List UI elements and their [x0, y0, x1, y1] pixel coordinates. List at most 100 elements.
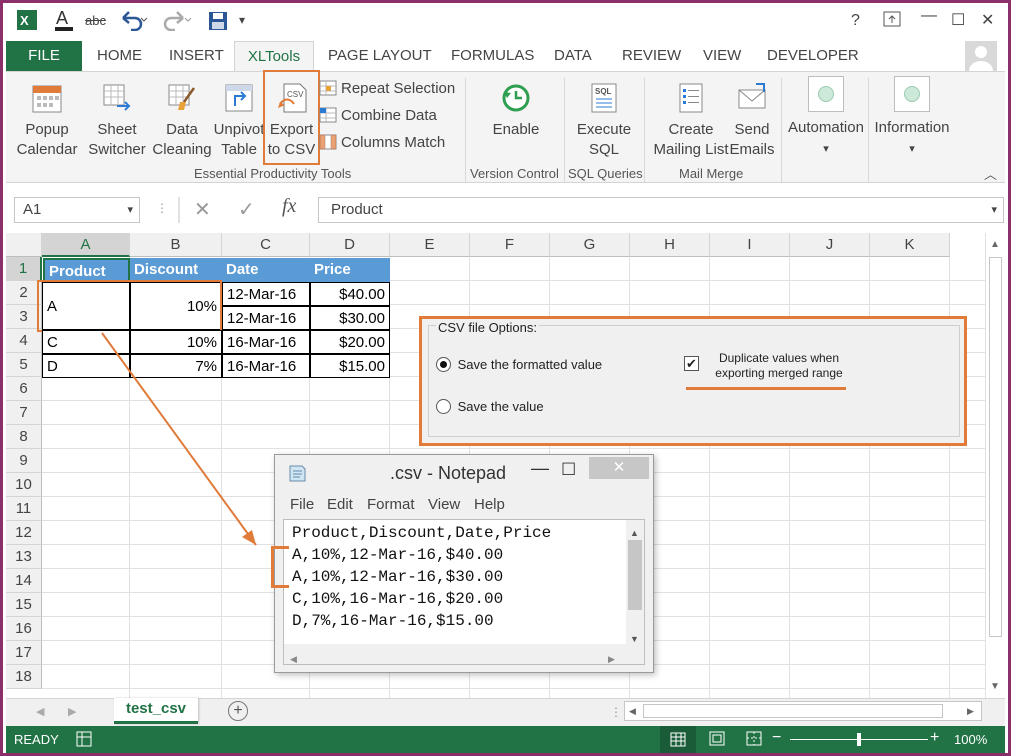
columns-match-button[interactable]: Columns Match — [319, 132, 445, 154]
customize-qat-icon[interactable]: ▾ — [239, 13, 245, 27]
notepad-maximize-button[interactable]: ☐ — [561, 460, 576, 480]
page-break-view-button[interactable] — [746, 731, 762, 749]
scroll-right-icon[interactable]: ▶ — [967, 706, 974, 717]
unpivot-table-button[interactable]: Unpivot Table — [208, 82, 270, 160]
tab-view[interactable]: VIEW — [703, 47, 741, 64]
tab-xltools[interactable]: XLTools — [234, 41, 314, 72]
scroll-thumb[interactable] — [643, 704, 943, 718]
send-emails-button[interactable]: Send Emails — [726, 82, 778, 160]
popup-calendar-button[interactable]: Popup Calendar — [12, 82, 82, 160]
notepad-vscroll[interactable]: ▲ ▼ — [626, 520, 644, 644]
tab-page-layout[interactable]: PAGE LAYOUT — [328, 47, 432, 64]
zoom-slider-thumb[interactable] — [857, 733, 861, 746]
ribbon-display-icon[interactable] — [883, 11, 901, 32]
tab-review[interactable]: REVIEW — [622, 47, 681, 64]
formula-input[interactable]: Product ▾ — [318, 197, 1004, 223]
cell-d2[interactable]: $40.00 — [310, 282, 390, 306]
columns-match-icon — [319, 134, 337, 150]
spelling-icon[interactable]: abc — [85, 13, 106, 28]
enable-button[interactable]: Enable — [486, 82, 546, 140]
sheet-prev-icon[interactable]: ◀ — [36, 705, 44, 718]
column-header-d[interactable]: D — [310, 233, 390, 257]
cell-d5[interactable]: $15.00 — [310, 354, 390, 378]
insert-function-icon[interactable]: fx — [282, 195, 296, 218]
page-layout-view-button[interactable] — [709, 731, 725, 749]
column-header-k[interactable]: K — [870, 233, 950, 257]
name-box[interactable]: A1 ▾ — [14, 197, 140, 223]
scroll-right-icon[interactable]: ▶ — [608, 648, 615, 670]
vertical-scrollbar[interactable]: ▲ ▼ — [985, 233, 1005, 698]
add-sheet-button[interactable]: + — [228, 701, 248, 721]
repeat-selection-button[interactable]: Repeat Selection — [319, 78, 455, 100]
cell-d1[interactable]: Price — [310, 258, 390, 282]
notepad-menu-format[interactable]: Format — [367, 496, 415, 513]
cell-d4[interactable]: $20.00 — [310, 330, 390, 354]
radio-save-value[interactable]: Save the value — [436, 399, 544, 414]
radio-save-formatted[interactable]: Save the formatted value — [436, 357, 602, 372]
row-header-17[interactable]: 17 — [6, 641, 42, 665]
export-to-csv-button[interactable]: CSV Export to CSV — [263, 70, 320, 165]
tab-developer[interactable]: DEVELOPER — [767, 47, 859, 64]
normal-view-button[interactable] — [660, 726, 696, 753]
minimize-button[interactable]: — — [921, 7, 937, 25]
save-icon[interactable] — [208, 11, 228, 36]
sheet-switcher-button[interactable]: Sheet Switcher — [86, 82, 148, 160]
help-button[interactable]: ? — [851, 12, 860, 30]
column-header-h[interactable]: H — [630, 233, 710, 257]
automation-button[interactable]: Automation ▾ — [784, 76, 868, 159]
scroll-thumb[interactable] — [989, 257, 1002, 637]
horizontal-scrollbar[interactable]: ◀ ▶ — [624, 701, 982, 721]
font-color-icon[interactable]: A — [53, 7, 75, 38]
enter-icon[interactable]: ✓ — [238, 197, 255, 222]
tab-formulas[interactable]: FORMULAS — [451, 47, 534, 64]
svg-text:SQL: SQL — [595, 87, 612, 96]
ribbon: Popup Calendar Sheet Switcher Data Cleaning… — [6, 70, 1005, 183]
sheet-tab-test-csv[interactable]: test_csv — [114, 698, 198, 724]
row-header-18[interactable]: 18 — [6, 665, 42, 689]
scroll-thumb[interactable] — [628, 540, 642, 610]
tab-insert[interactable]: INSERT — [169, 47, 224, 64]
data-cleaning-button[interactable]: Data Cleaning — [152, 82, 212, 160]
zoom-in-button[interactable]: + — [930, 729, 939, 747]
column-header-g[interactable]: G — [550, 233, 630, 257]
column-header-e[interactable]: E — [390, 233, 470, 257]
notepad-menu-view[interactable]: View — [428, 496, 460, 513]
scroll-left-icon[interactable]: ◀ — [290, 648, 297, 670]
tab-data[interactable]: DATA — [554, 47, 592, 64]
notepad-hscroll[interactable]: ◀ ▶ — [284, 644, 644, 664]
row-header-16[interactable]: 16 — [6, 617, 42, 641]
column-header-i[interactable]: I — [710, 233, 790, 257]
collapse-ribbon-icon[interactable]: ︿ — [984, 164, 997, 183]
information-button[interactable]: Information ▾ — [870, 76, 954, 159]
macro-record-icon[interactable] — [76, 731, 92, 750]
sheet-next-icon[interactable]: ▶ — [68, 705, 76, 718]
zoom-out-button[interactable]: − — [772, 729, 781, 747]
row-header-15[interactable]: 15 — [6, 593, 42, 617]
undo-icon[interactable] — [119, 9, 149, 36]
zoom-level[interactable]: 100% — [954, 732, 987, 747]
maximize-button[interactable]: ☐ — [951, 10, 965, 30]
column-header-j[interactable]: J — [790, 233, 870, 257]
scroll-up-icon[interactable]: ▲ — [990, 239, 1000, 250]
close-button[interactable]: ✕ — [981, 10, 994, 30]
notepad-menu-help[interactable]: Help — [474, 496, 505, 513]
account-avatar[interactable] — [965, 41, 997, 74]
notepad-minimize-button[interactable]: — — [531, 458, 549, 479]
notepad-menu-edit[interactable]: Edit — [327, 496, 353, 513]
notepad-menu-file[interactable]: File — [290, 496, 314, 513]
column-header-f[interactable]: F — [470, 233, 550, 257]
notepad-close-button[interactable]: ✕ — [589, 457, 649, 479]
row-header-14[interactable]: 14 — [6, 569, 42, 593]
tab-file[interactable]: FILE — [6, 41, 82, 71]
csv-line: D,7%,16-Mar-16,$15.00 — [292, 612, 494, 630]
notepad-text-area[interactable]: Product,Discount,Date,Price A,10%,12-Mar… — [283, 519, 645, 665]
tab-home[interactable]: HOME — [97, 47, 142, 64]
cancel-icon[interactable]: ✕ — [194, 197, 211, 222]
redo-icon[interactable] — [163, 9, 193, 36]
create-mailing-list-button[interactable]: Create Mailing List — [647, 82, 735, 160]
scroll-left-icon[interactable]: ◀ — [629, 706, 636, 717]
execute-sql-button[interactable]: SQL Execute SQL — [571, 82, 637, 160]
scroll-down-icon[interactable]: ▼ — [990, 681, 1000, 692]
combine-data-button[interactable]: Combine Data — [319, 105, 437, 127]
cell-d3[interactable]: $30.00 — [310, 306, 390, 330]
